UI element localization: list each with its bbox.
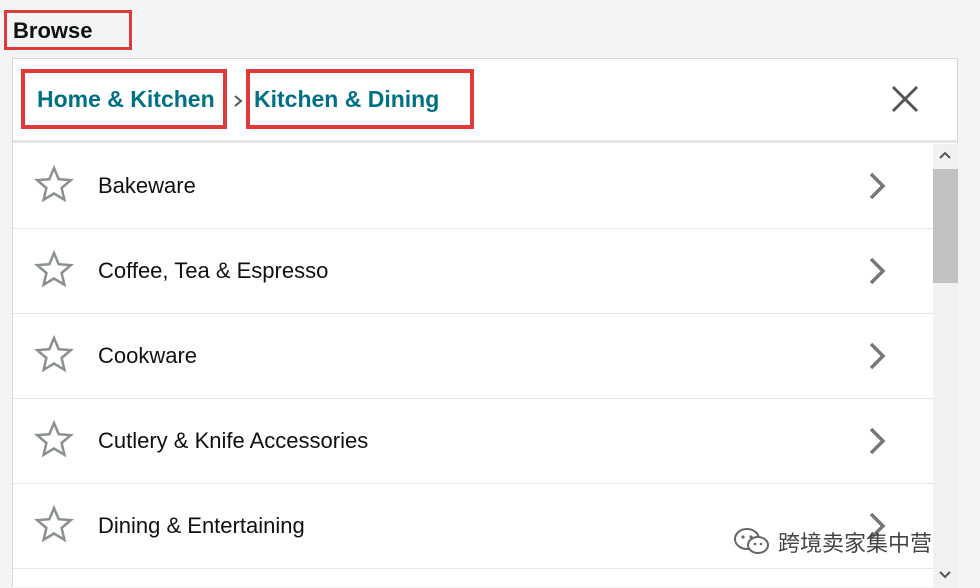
list-item[interactable]: Cutlery & Knife Accessories [13,399,933,484]
watermark: 跨境卖家集中营 [732,526,932,558]
star-icon[interactable] [34,505,74,545]
list-item[interactable]: Bakeware [13,144,933,229]
chevron-down-icon[interactable] [937,568,953,582]
star-icon[interactable] [34,250,74,290]
list-item[interactable]: Coffee, Tea & Espresso [13,229,933,314]
breadcrumb-home-kitchen[interactable]: Home & Kitchen [21,69,227,129]
star-icon[interactable] [34,420,74,460]
star-icon[interactable] [34,335,74,375]
chevron-right-icon [869,427,886,455]
list-item-label: Cookware [98,343,198,368]
chevron-right-icon [234,95,243,107]
chevron-right-icon [869,342,886,370]
list-item-label: Coffee, Tea & Espresso [98,258,329,283]
chevron-right-icon [869,257,886,285]
breadcrumb-kitchen-dining[interactable]: Kitchen & Dining [246,69,474,129]
scrollbar[interactable] [933,144,958,588]
chevron-up-icon[interactable] [937,148,953,162]
page-title: Browse [4,10,132,50]
star-icon[interactable] [34,165,74,205]
list-item-label: Dining & Entertaining [98,513,305,538]
browse-panel: Home & Kitchen Kitchen & Dining Bakeware… [12,58,958,588]
breadcrumb: Home & Kitchen Kitchen & Dining [13,59,957,143]
scrollbar-thumb[interactable] [933,169,958,283]
watermark-text: 跨境卖家集中营 [778,531,933,556]
close-icon[interactable] [885,79,925,119]
wechat-icon [734,528,769,554]
category-list: Bakeware Coffee, Tea & Espresso Cookware [13,144,933,588]
list-item-label: Bakeware [98,173,196,198]
list-item-label: Cutlery & Knife Accessories [98,428,369,453]
list-item[interactable]: Cookware [13,314,933,399]
chevron-right-icon [869,172,886,200]
